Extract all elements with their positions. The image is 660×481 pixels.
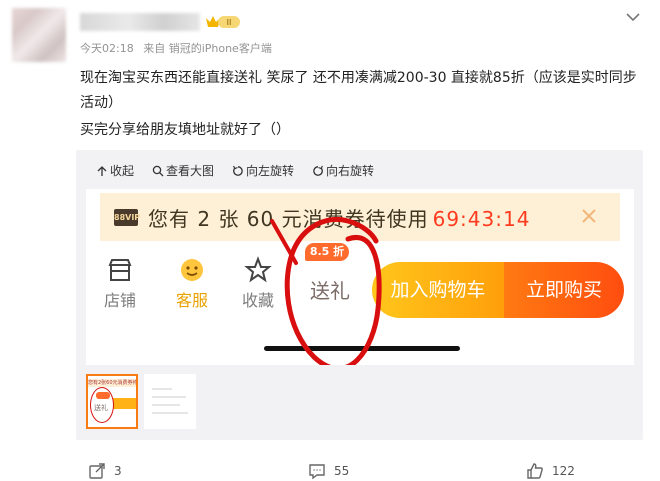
- avatar[interactable]: [12, 8, 66, 62]
- service-label: 客服: [175, 291, 208, 310]
- coupon-message: 您有 2 张 60 元消费券待使用: [148, 207, 429, 231]
- collapse-button[interactable]: 收起: [96, 162, 134, 179]
- post-time: 今天02:18: [80, 42, 134, 55]
- product-screenshot[interactable]: 88VIP 您有 2 张 60 元消费券待使用 69:43:14 店铺 客服 收藏…: [86, 189, 634, 365]
- post-text-line2: 买完分享给朋友填地址就好了（）: [80, 122, 290, 138]
- thumbnail-2[interactable]: [144, 374, 196, 429]
- share-icon: [89, 463, 105, 479]
- username-blurred[interactable]: [80, 13, 200, 31]
- viewer-toolbar: 收起 查看大图 向左旋转 向右旋转: [96, 162, 374, 179]
- post-meta: 今天02:18 来自 销冠的iPhone客户端: [80, 40, 272, 56]
- like-button[interactable]: 122: [526, 462, 575, 480]
- collapse-icon: [97, 165, 107, 176]
- thumbnail-line: [152, 388, 172, 390]
- service-entry: 客服: [162, 255, 222, 311]
- like-count: 122: [552, 464, 575, 478]
- rotate-left-icon: [233, 165, 243, 176]
- thumbnail-line: [152, 412, 188, 414]
- rotate-left-label: 向左旋转: [246, 164, 295, 178]
- shop-entry: 店铺: [90, 255, 150, 311]
- rotate-right-button[interactable]: 向右旋转: [312, 162, 374, 179]
- thumbnail-button: [113, 398, 136, 409]
- post-source: 来自 销冠的iPhone客户端: [143, 42, 272, 55]
- thumbnail-line: [152, 404, 180, 406]
- post-actions: 3 55 122: [0, 462, 660, 481]
- add-to-cart-button: 加入购物车: [372, 262, 504, 318]
- chevron-down-icon[interactable]: [624, 10, 642, 24]
- view-large-label: 查看大图: [166, 164, 215, 178]
- thumbnail-line: [152, 396, 186, 398]
- coupon-banner: 88VIP 您有 2 张 60 元消费券待使用 69:43:14: [100, 193, 620, 241]
- post-text-line1: 现在淘宝买东西还能直接送礼 笑尿了 还不用凑满减200-30 直接就85折（应该…: [80, 70, 637, 111]
- gift-label: 送礼: [310, 279, 350, 303]
- vip-level-badge: II: [206, 16, 240, 28]
- coupon-text: 您有 2 张 60 元消费券待使用 69:43:14: [148, 203, 530, 232]
- thumbs-up-icon: [527, 463, 543, 479]
- thumbnail-strip: 您有2张60元消费券待使用 69:4 送礼: [86, 374, 196, 429]
- thumbnail-annotation: [90, 387, 114, 423]
- 88vip-badge: 88VIP: [114, 209, 140, 226]
- favorite-entry: 收藏: [228, 255, 288, 311]
- buy-now-button: 立即购买: [504, 262, 624, 318]
- comment-icon: [309, 464, 325, 480]
- view-large-button[interactable]: 查看大图: [152, 162, 214, 179]
- customer-service-icon: [181, 259, 203, 281]
- favorite-label: 收藏: [241, 291, 274, 310]
- vip-level-label: II: [227, 18, 232, 27]
- collapse-label: 收起: [110, 164, 135, 178]
- comment-button[interactable]: 55: [308, 462, 349, 480]
- product-action-bar: 店铺 客服 收藏 8.5 折 送礼 加入购物车 立即购买: [86, 243, 634, 321]
- share-count: 3: [114, 464, 122, 478]
- shop-label: 店铺: [103, 291, 136, 310]
- rotate-right-label: 向右旋转: [326, 164, 375, 178]
- star-icon: [244, 256, 272, 283]
- gift-entry: 8.5 折 送礼: [290, 243, 370, 315]
- discount-tag: 8.5 折: [305, 243, 349, 261]
- home-indicator: [264, 346, 460, 351]
- rotate-left-button[interactable]: 向左旋转: [232, 162, 294, 179]
- image-viewer: 收起 查看大图 向左旋转 向右旋转 88VIP 您有 2 张 60 元消费券待使…: [76, 150, 643, 440]
- comment-count: 55: [334, 464, 350, 478]
- rotate-right-icon: [313, 165, 324, 176]
- zoom-icon: [152, 165, 164, 176]
- close-icon: [582, 209, 596, 223]
- share-button[interactable]: 3: [88, 462, 122, 480]
- coupon-timer: 69:43:14: [432, 207, 531, 231]
- shop-icon: [108, 259, 132, 281]
- thumbnail-1[interactable]: 您有2张60元消费券待使用 69:4 送礼: [86, 374, 138, 429]
- thumbnail-coupon-text: 您有2张60元消费券待使用 69:4: [88, 379, 138, 387]
